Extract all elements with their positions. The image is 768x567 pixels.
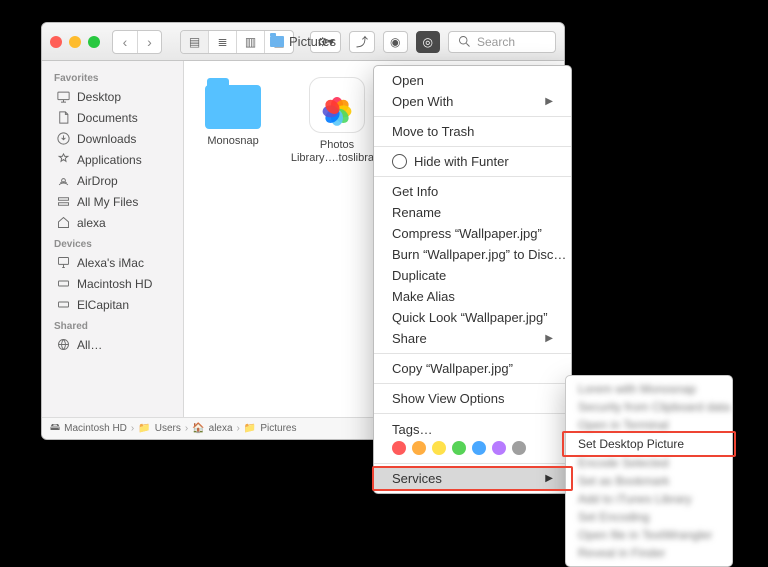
menu-show-view-options[interactable]: Show View Options	[374, 388, 571, 409]
sidebar-item-home[interactable]: alexa	[42, 212, 183, 233]
submenu-item-blurred[interactable]: Add to iTunes Library	[566, 490, 732, 508]
file-label: Photos Library….toslibrary	[291, 139, 383, 164]
submenu-item-blurred[interactable]: Encode Selected	[566, 454, 732, 472]
tags-button[interactable]: ◉	[383, 31, 407, 53]
menu-open-with[interactable]: Open With▶	[374, 91, 571, 112]
context-menu: Open Open With▶ Move to Trash Hide with …	[373, 65, 572, 494]
menu-open[interactable]: Open	[374, 70, 571, 91]
close-icon[interactable]	[50, 36, 62, 48]
menu-duplicate[interactable]: Duplicate	[374, 265, 571, 286]
sidebar-header-shared: Shared	[42, 315, 183, 334]
sidebar-item-macintosh-hd[interactable]: Macintosh HD	[42, 273, 183, 294]
back-button[interactable]: ‹	[113, 31, 137, 53]
submenu-item-blurred[interactable]: Open file in TextWrangler	[566, 526, 732, 544]
sidebar-item-documents[interactable]: Documents	[42, 107, 183, 128]
tag-color[interactable]	[472, 441, 486, 455]
menu-get-info[interactable]: Get Info	[374, 181, 571, 202]
menu-make-alias[interactable]: Make Alias	[374, 286, 571, 307]
eye-icon	[392, 154, 407, 169]
window-title: Pictures	[270, 34, 336, 49]
file-item-monosnap[interactable]: Monosnap	[198, 77, 268, 148]
photos-library-icon	[309, 77, 365, 133]
view-column-button[interactable]: ▥	[237, 31, 265, 53]
submenu-item-blurred[interactable]: Security from Clipboard data	[566, 398, 732, 416]
quicklook-button[interactable]: ◎	[416, 31, 440, 53]
menu-hide-with-funter[interactable]: Hide with Funter	[374, 151, 571, 172]
sidebar-item-downloads[interactable]: Downloads	[42, 128, 183, 149]
sidebar: Favorites Desktop Documents Downloads Ap…	[42, 61, 184, 417]
menu-compress[interactable]: Compress “Wallpaper.jpg”	[374, 223, 571, 244]
submenu-item-blurred[interactable]: Lorem with Monosnap	[566, 380, 732, 398]
tag-color[interactable]	[512, 441, 526, 455]
search-placeholder: Search	[477, 35, 515, 49]
tag-color[interactable]	[392, 441, 406, 455]
action-button[interactable]: ⤴︎	[349, 31, 375, 53]
minimize-icon[interactable]	[69, 36, 81, 48]
sidebar-item-imac[interactable]: Alexa's iMac	[42, 252, 183, 273]
submenu-item-blurred[interactable]: Set Encoding	[566, 508, 732, 526]
search-field[interactable]: Search	[448, 31, 556, 53]
chevron-right-icon: ▶	[545, 333, 553, 344]
tag-color-row	[392, 441, 553, 455]
file-label: Monosnap	[207, 135, 258, 148]
submenu-item-blurred[interactable]: Open in Terminal	[566, 416, 732, 434]
nav-arrows: ‹ ›	[112, 30, 162, 54]
sidebar-item-elcapitan[interactable]: ElCapitan	[42, 294, 183, 315]
sidebar-item-allfiles[interactable]: All My Files	[42, 191, 183, 212]
window-controls	[50, 36, 100, 48]
menu-copy[interactable]: Copy “Wallpaper.jpg”	[374, 358, 571, 379]
search-icon	[457, 34, 472, 49]
folder-icon	[270, 36, 284, 47]
sidebar-item-desktop[interactable]: Desktop	[42, 86, 183, 107]
window-title-text: Pictures	[289, 34, 336, 49]
menu-move-to-trash[interactable]: Move to Trash	[374, 121, 571, 142]
submenu-set-desktop-picture[interactable]: Set Desktop Picture	[566, 434, 732, 454]
chevron-right-icon: ▶	[545, 96, 553, 107]
services-submenu: Lorem with Monosnap Security from Clipbo…	[565, 375, 733, 567]
file-item-photos-library[interactable]: Photos Library….toslibrary	[302, 77, 372, 164]
sidebar-item-all-shared[interactable]: All…	[42, 334, 183, 355]
sidebar-header-devices: Devices	[42, 233, 183, 252]
forward-button[interactable]: ›	[137, 31, 161, 53]
menu-tags[interactable]: Tags…	[374, 418, 571, 459]
tag-color[interactable]	[412, 441, 426, 455]
menu-share[interactable]: Share▶	[374, 328, 571, 349]
submenu-item-blurred[interactable]: Reveal in Finder	[566, 544, 732, 562]
menu-services[interactable]: Services▶	[374, 468, 571, 489]
menu-quick-look[interactable]: Quick Look “Wallpaper.jpg”	[374, 307, 571, 328]
menu-burn[interactable]: Burn “Wallpaper.jpg” to Disc…	[374, 244, 571, 265]
view-list-button[interactable]: ≣	[209, 31, 237, 53]
folder-icon	[205, 85, 261, 129]
sidebar-item-airdrop[interactable]: AirDrop	[42, 170, 183, 191]
view-icon-button[interactable]: ▤	[181, 31, 209, 53]
menu-rename[interactable]: Rename	[374, 202, 571, 223]
sidebar-item-applications[interactable]: Applications	[42, 149, 183, 170]
submenu-item-blurred[interactable]: Set as Bookmark	[566, 472, 732, 490]
titlebar: ‹ › ▤ ≣ ▥ ▦ Pictures ⚙︎▾ ⤴︎ ◉ ◎ Search	[42, 23, 564, 61]
zoom-icon[interactable]	[88, 36, 100, 48]
tag-color[interactable]	[492, 441, 506, 455]
tag-color[interactable]	[452, 441, 466, 455]
sidebar-header-favorites: Favorites	[42, 67, 183, 86]
tag-color[interactable]	[432, 441, 446, 455]
chevron-right-icon: ▶	[545, 473, 553, 484]
